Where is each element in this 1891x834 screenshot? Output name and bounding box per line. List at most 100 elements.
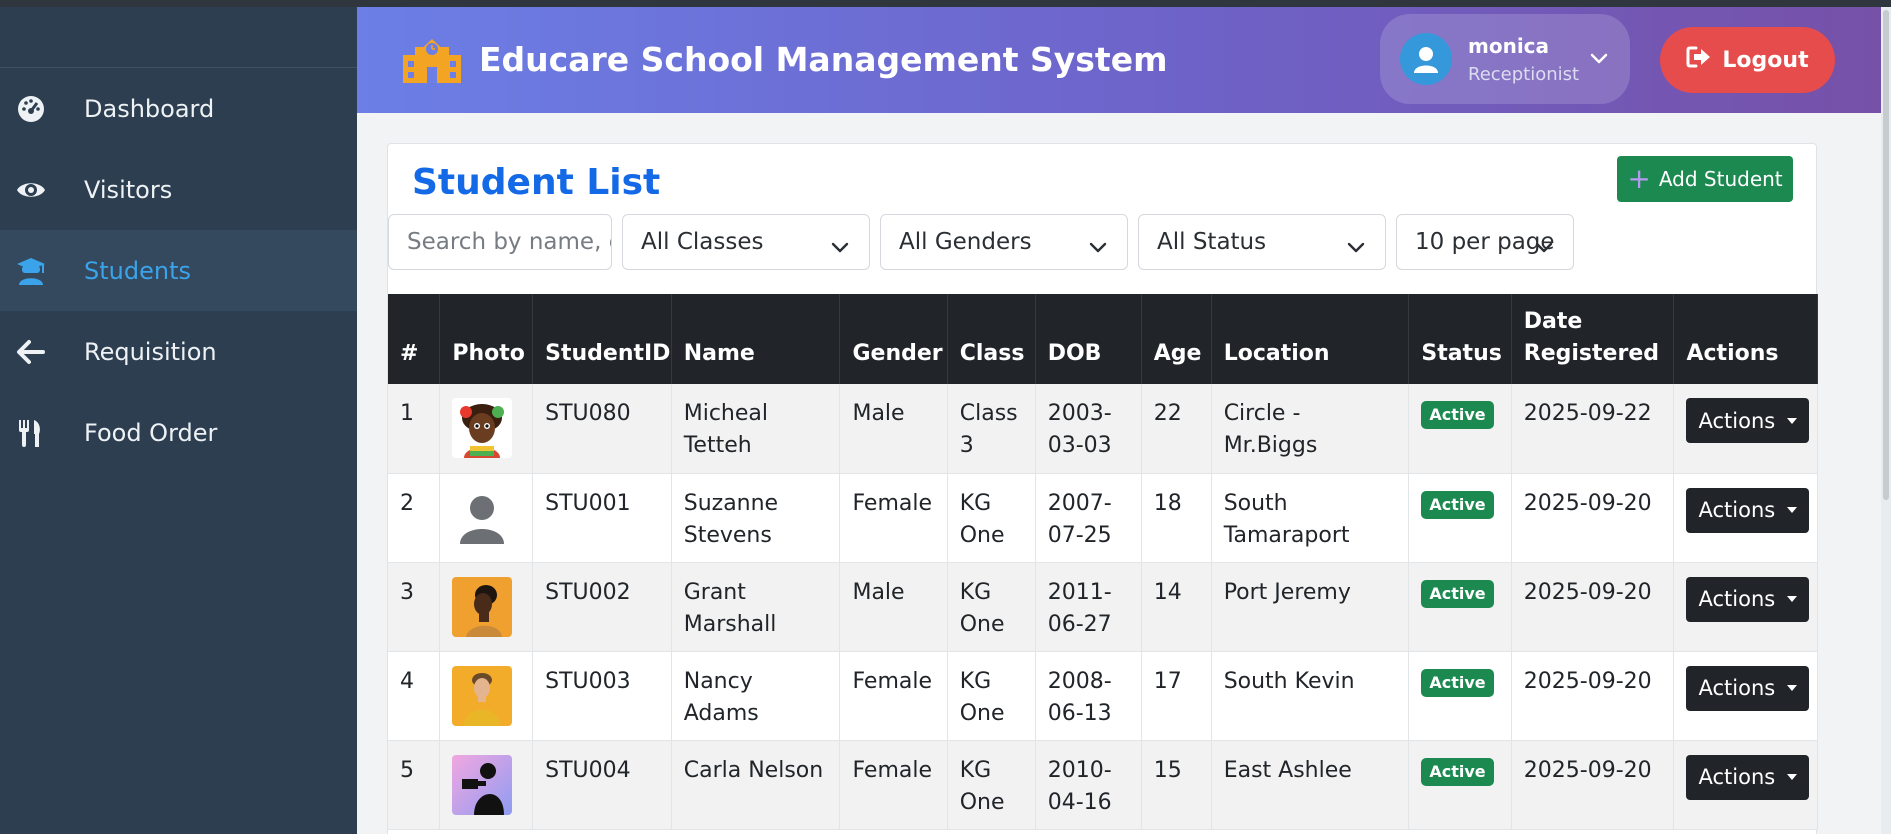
cell-actions: Actions: [1673, 740, 1818, 830]
cell-actions: Actions: [1673, 473, 1818, 563]
sidebar-item-label: Students: [84, 256, 191, 285]
column-header[interactable]: Date Registered: [1511, 294, 1675, 384]
search-field: [388, 214, 612, 270]
cell-number: 2: [388, 473, 441, 563]
cell-name: Grant Marshall: [671, 562, 841, 652]
cell-age: 15: [1141, 740, 1212, 830]
table-row: 3 STU002 Grant Marshall Male KG One 2011…: [388, 562, 1818, 652]
status-badge: Active: [1421, 668, 1494, 697]
status-badge: Active: [1421, 401, 1494, 429]
sidebar-item-label: Food Order: [84, 418, 218, 447]
sidebar-item-food-order[interactable]: Food Order: [0, 392, 357, 473]
window-top-strip: [0, 0, 1891, 7]
user-menu[interactable]: monica Receptionist: [1380, 14, 1630, 104]
sidebar-item-requisition[interactable]: Requisition: [0, 311, 357, 392]
school-icon: [401, 33, 463, 85]
actions-dropdown-button[interactable]: Actions: [1686, 398, 1810, 443]
sidebar-item-dashboard[interactable]: Dashboard: [0, 68, 357, 149]
app-title: Educare School Management System: [479, 39, 1168, 79]
column-header[interactable]: StudentID: [532, 294, 672, 384]
cell-student-id: STU080: [532, 384, 672, 474]
sidebar-header: [0, 7, 357, 68]
cell-status: Active: [1408, 473, 1512, 563]
cell-status: Active: [1408, 384, 1512, 474]
actions-dropdown-button[interactable]: Actions: [1686, 665, 1810, 711]
sidebar-item-label: Dashboard: [84, 94, 215, 123]
user-avatar-icon: [1400, 33, 1452, 85]
column-header: Actions: [1673, 294, 1818, 384]
search-input[interactable]: [407, 229, 611, 255]
sidebar-item-label: Requisition: [84, 337, 217, 366]
column-header[interactable]: Age: [1141, 294, 1212, 384]
add-student-button[interactable]: + Add Student: [1617, 156, 1793, 202]
column-header[interactable]: Name: [671, 294, 841, 384]
cell-gender: Male: [839, 562, 948, 652]
column-header: Photo: [439, 294, 534, 384]
table-row: 5 STU004 Carla Nelson Female KG One 2010…: [388, 740, 1818, 830]
cell-date-registered: 2025-09-20: [1511, 740, 1675, 830]
cell-student-id: STU003: [532, 651, 672, 741]
student-photo-child-portrait[interactable]: [452, 398, 513, 458]
cell-class: Class 3: [947, 384, 1036, 474]
scrollbar-thumb[interactable]: [1883, 10, 1889, 500]
cell-location: Circle - Mr.Biggs: [1211, 384, 1410, 474]
status-filter-select[interactable]: All Status: [1138, 214, 1386, 270]
cell-photo: [439, 740, 534, 830]
status-badge: Active: [1421, 579, 1494, 608]
actions-dropdown-button[interactable]: Actions: [1686, 754, 1810, 800]
cell-location: East Ashlee: [1211, 740, 1410, 830]
cell-photo: [439, 562, 534, 652]
cell-class: KG One: [947, 562, 1036, 652]
column-header[interactable]: DOB: [1035, 294, 1142, 384]
class-filter-select[interactable]: All Classes: [622, 214, 870, 270]
cell-student-id: STU002: [532, 562, 672, 652]
column-header[interactable]: Gender: [839, 294, 948, 384]
cell-name: Nancy Adams: [671, 651, 841, 741]
caret-down-icon: [1787, 685, 1798, 691]
graduate-icon: [16, 256, 54, 286]
logout-button[interactable]: Logout: [1660, 27, 1835, 93]
student-photo-photographer-silhouette[interactable]: [452, 754, 513, 815]
column-header[interactable]: Class: [947, 294, 1036, 384]
per-page-select[interactable]: 10 per page: [1396, 214, 1574, 270]
cell-name: Micheal Tetteh: [671, 384, 841, 474]
chevron-down-icon: [1590, 50, 1608, 68]
table-row: 1 STU080 Micheal Tetteh Male Class 3 200…: [388, 384, 1818, 474]
column-header[interactable]: Status: [1408, 294, 1512, 384]
cell-date-registered: 2025-09-20: [1511, 473, 1675, 563]
actions-label: Actions: [1698, 676, 1776, 700]
add-student-label: Add Student: [1658, 167, 1783, 191]
cell-gender: Male: [839, 384, 948, 474]
cell-photo: [439, 384, 534, 474]
gender-filter-value: All Genders: [899, 229, 1032, 255]
caret-down-icon: [1787, 507, 1798, 513]
student-photo-man-profile-yellow[interactable]: [452, 576, 513, 637]
cell-status: Active: [1408, 562, 1512, 652]
cell-age: 14: [1141, 562, 1212, 652]
cell-dob: 2003-03-03: [1035, 384, 1142, 474]
student-photo-default-avatar[interactable]: [452, 487, 513, 548]
gender-filter-select[interactable]: All Genders: [880, 214, 1128, 270]
brand: Educare School Management System: [401, 33, 1167, 85]
main-content: Educare School Management System monica …: [357, 7, 1881, 834]
cell-status: Active: [1408, 651, 1512, 741]
cell-photo: [439, 473, 534, 563]
cell-date-registered: 2025-09-20: [1511, 562, 1675, 652]
cell-number: 5: [388, 740, 441, 830]
chevron-down-icon: [1535, 235, 1553, 253]
cell-dob: 2010-04-16: [1035, 740, 1142, 830]
cell-name: Suzanne Stevens: [671, 473, 841, 563]
column-header[interactable]: Location: [1211, 294, 1410, 384]
cell-age: 18: [1141, 473, 1212, 563]
cell-dob: 2011-06-27: [1035, 562, 1142, 652]
cell-gender: Female: [839, 473, 948, 563]
student-photo-man-yellow-shirt[interactable]: [452, 665, 513, 726]
cell-class: KG One: [947, 740, 1036, 830]
user-role: Receptionist: [1468, 63, 1580, 85]
sidebar-item-visitors[interactable]: Visitors: [0, 149, 357, 230]
actions-dropdown-button[interactable]: Actions: [1686, 576, 1810, 622]
sidebar-item-students[interactable]: Students: [0, 230, 357, 311]
column-header: #: [388, 294, 441, 384]
cell-number: 4: [388, 651, 441, 741]
actions-dropdown-button[interactable]: Actions: [1686, 487, 1810, 533]
